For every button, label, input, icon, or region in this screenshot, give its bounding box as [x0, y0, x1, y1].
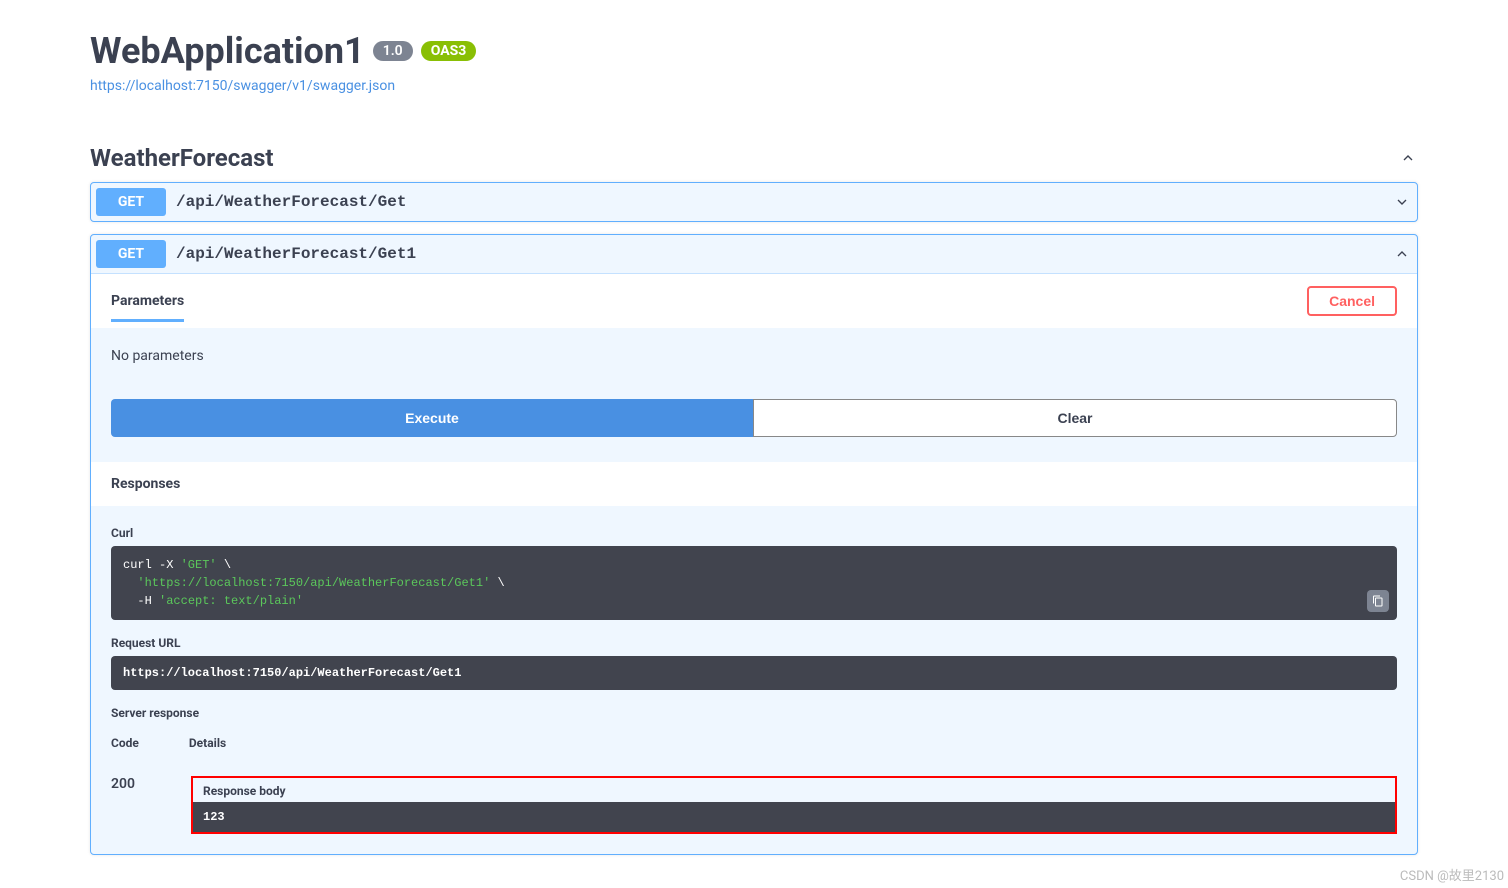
server-response-label: Server response	[111, 706, 1397, 720]
response-body-content: 123	[193, 802, 1395, 832]
version-badge: 1.0	[373, 41, 413, 61]
curl-label: Curl	[111, 526, 1397, 540]
request-url: https://localhost:7150/api/WeatherForeca…	[111, 656, 1397, 690]
responses-title: Responses	[91, 462, 1417, 506]
chevron-down-icon	[1392, 192, 1412, 212]
tag-header[interactable]: WeatherForecast	[90, 134, 1418, 182]
watermark: CSDN @故里2130	[1400, 865, 1504, 884]
code-column-header: Code	[111, 736, 139, 750]
response-details: Response body 123	[191, 776, 1397, 834]
opblock-summary[interactable]: GET /api/WeatherForecast/Get	[91, 183, 1417, 221]
curl-block: curl -X 'GET' \ 'https://localhost:7150/…	[111, 546, 1397, 620]
no-parameters-text: No parameters	[91, 328, 1417, 384]
app-title: WebApplication1	[90, 30, 365, 72]
request-url-label: Request URL	[111, 636, 1397, 650]
chevron-up-icon	[1398, 148, 1418, 168]
status-code: 200	[111, 776, 141, 834]
method-badge: GET	[96, 188, 166, 216]
response-row: 200 Response body 123	[111, 760, 1397, 834]
endpoint-path: /api/WeatherForecast/Get	[176, 193, 1392, 211]
response-body-label: Response body	[193, 778, 1395, 802]
oas-badge: OAS3	[421, 41, 477, 61]
header: WebApplication1 1.0 OAS3 https://localho…	[90, 30, 1418, 94]
endpoint-path: /api/WeatherForecast/Get1	[176, 245, 1392, 263]
clear-button[interactable]: Clear	[753, 399, 1397, 437]
opblock-get: GET /api/WeatherForecast/Get	[90, 182, 1418, 222]
swagger-url-link[interactable]: https://localhost:7150/swagger/v1/swagge…	[90, 78, 395, 94]
execute-button[interactable]: Execute	[111, 399, 753, 437]
cancel-button[interactable]: Cancel	[1307, 286, 1397, 316]
parameters-header: Parameters Cancel	[91, 274, 1417, 328]
opblock-summary[interactable]: GET /api/WeatherForecast/Get1	[91, 235, 1417, 273]
parameters-title: Parameters	[111, 293, 184, 309]
chevron-up-icon	[1392, 244, 1412, 264]
copy-icon[interactable]	[1367, 590, 1389, 612]
opblock-get1: GET /api/WeatherForecast/Get1 Parameters…	[90, 234, 1418, 855]
response-table-header: Code Details	[111, 726, 1397, 760]
details-column-header: Details	[189, 736, 226, 750]
method-badge: GET	[96, 240, 166, 268]
tag-name: WeatherForecast	[90, 144, 274, 172]
